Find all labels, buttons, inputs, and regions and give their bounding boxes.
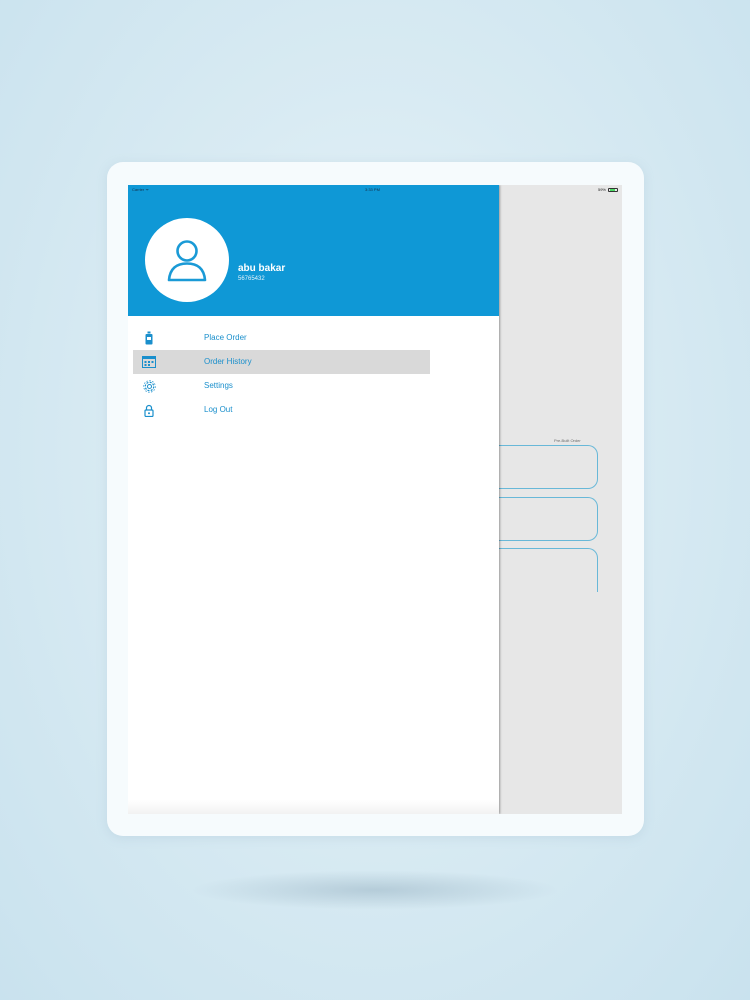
drawer-bottom [128,800,499,814]
menu-item-label: Order History [204,357,252,366]
drawer-header: Carrier ᯤ 3:33 PM abu bakar 56765432 [128,185,499,316]
user-icon [167,240,207,282]
water-bottle-icon [142,331,156,345]
side-drawer: Carrier ᯤ 3:33 PM abu bakar 56765432 Pla… [128,185,499,814]
user-phone: 56765432 [238,276,265,282]
status-right: 59% [598,187,618,192]
lock-icon [142,403,156,417]
drawer-menu: Place Order Order History Settings Log O… [128,326,499,422]
carrier-label: Carrier ᯤ [132,187,149,192]
user-name: abu bakar [238,263,286,274]
menu-item-order-history[interactable]: Order History [128,350,499,374]
device-shadow [190,870,560,910]
gear-icon [142,379,156,393]
battery-icon [608,187,618,192]
menu-item-label: Log Out [204,405,233,414]
status-time: 3:33 PM [365,187,380,192]
menu-item-place-order[interactable]: Place Order [128,326,499,350]
menu-item-log-out[interactable]: Log Out [128,398,499,422]
history-calendar-icon [142,355,156,369]
battery-percent: 59% [597,187,606,192]
active-highlight [133,350,430,374]
prebuilt-order-label: Pre-Built Order [554,438,581,443]
app-screen: 59% Pre-Built Order Carrier ᯤ 3:33 PM ab… [128,185,622,814]
avatar[interactable] [145,218,229,302]
menu-item-settings[interactable]: Settings [128,374,499,398]
menu-item-label: Settings [204,381,233,390]
menu-item-label: Place Order [204,333,247,342]
